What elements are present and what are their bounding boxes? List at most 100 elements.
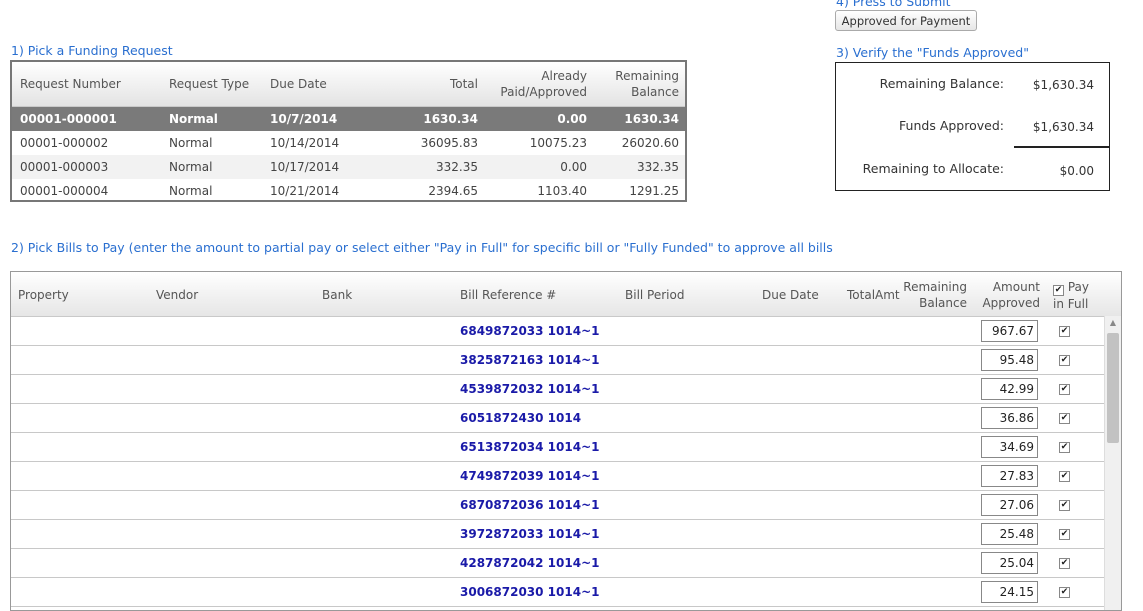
- col-remaining-line2: Balance: [919, 296, 967, 310]
- cell-remaining-balance: 26020.60: [621, 136, 679, 150]
- col-amount-approved[interactable]: Amount Approved: [961, 279, 1040, 311]
- cell-already-paid: 10075.23: [529, 136, 587, 150]
- col-remaining-balance[interactable]: Remaining Balance: [602, 68, 679, 100]
- pay-in-full-checkbox[interactable]: ✔: [1059, 355, 1070, 366]
- bill-row: 4749872039 1014~1 ✔: [11, 462, 1121, 491]
- amount-approved-input[interactable]: [981, 349, 1038, 371]
- col-already-line2: Paid/Approved: [500, 85, 587, 99]
- cell-total: 36095.83: [420, 136, 478, 150]
- amount-approved-input[interactable]: [981, 378, 1038, 400]
- bill-row: 6870872036 1014~1 ✔: [11, 491, 1121, 520]
- fully-funded-checkbox[interactable]: ✔: [1053, 285, 1064, 296]
- funds-approved-value: $1,630.34: [1032, 120, 1094, 134]
- col-request-number[interactable]: Request Number: [20, 76, 121, 92]
- cell-already-paid: 0.00: [557, 112, 587, 126]
- cell-request-type: Normal: [169, 112, 218, 126]
- bills-scrollbar[interactable]: ▲: [1104, 316, 1121, 610]
- col-already-line1: Already: [541, 69, 587, 83]
- pay-in-full-checkbox[interactable]: ✔: [1059, 587, 1070, 598]
- bill-reference-link[interactable]: 3006872030 1014~1: [460, 585, 599, 599]
- col-bank[interactable]: Bank: [322, 287, 352, 303]
- bill-reference-link[interactable]: 3825872163 1014~1: [460, 353, 599, 367]
- bill-reference-link[interactable]: 6051872430 1014: [460, 411, 581, 425]
- step2-label: 2) Pick Bills to Pay (enter the amount t…: [11, 240, 833, 255]
- amount-approved-input[interactable]: [981, 552, 1038, 574]
- cell-remaining-balance: 332.35: [637, 160, 679, 174]
- bill-reference-link[interactable]: 4749872039 1014~1: [460, 469, 599, 483]
- pay-in-full-checkbox[interactable]: ✔: [1059, 500, 1070, 511]
- col-pay-line2: in Full: [1053, 297, 1089, 311]
- remaining-balance-label: Remaining Balance:: [879, 76, 1004, 91]
- cell-due-date: 10/7/2014: [270, 112, 338, 126]
- col-request-type[interactable]: Request Type: [169, 76, 249, 92]
- approved-for-payment-button[interactable]: Approved for Payment: [835, 10, 977, 31]
- funding-request-row[interactable]: 00001-000002 Normal 10/14/2014 36095.83 1007…: [12, 131, 685, 155]
- verify-funds-box: Remaining Balance: $1,630.34 Funds Appro…: [835, 62, 1110, 191]
- bill-row: 4539872032 1014~1 ✔: [11, 375, 1121, 404]
- cell-total: 2394.65: [428, 184, 478, 198]
- amount-approved-input[interactable]: [981, 494, 1038, 516]
- cell-total: 1630.34: [423, 112, 478, 126]
- cell-request-type: Normal: [169, 184, 213, 198]
- col-bill-reference[interactable]: Bill Reference #: [460, 287, 556, 303]
- cell-due-date: 10/17/2014: [270, 160, 340, 174]
- cell-request-number: 00001-000001: [20, 112, 117, 126]
- amount-approved-input[interactable]: [981, 523, 1038, 545]
- funding-request-row[interactable]: 00001-000001 Normal 10/7/2014 1630.34 0.00 16…: [12, 107, 685, 131]
- cell-already-paid: 0.00: [560, 160, 587, 174]
- bill-reference-link[interactable]: 4539872032 1014~1: [460, 382, 599, 396]
- pay-in-full-checkbox[interactable]: ✔: [1059, 384, 1070, 395]
- pay-in-full-checkbox[interactable]: ✔: [1059, 471, 1070, 482]
- bill-reference-link[interactable]: 4287872042 1014~1: [460, 556, 599, 570]
- bill-row: 3825872163 1014~1 ✔: [11, 346, 1121, 375]
- funding-request-row[interactable]: 00001-000004 Normal 10/21/2014 2394.65 1103.…: [12, 179, 685, 203]
- pay-in-full-checkbox[interactable]: ✔: [1059, 529, 1070, 540]
- scroll-thumb[interactable]: [1107, 333, 1119, 443]
- col-due-date[interactable]: Due Date: [270, 76, 327, 92]
- col-amount-line1: Amount: [992, 280, 1040, 294]
- bill-row: 6849872033 1014~1 ✔: [11, 317, 1121, 346]
- cell-total: 332.35: [436, 160, 478, 174]
- pay-in-full-checkbox[interactable]: ✔: [1059, 442, 1070, 453]
- remaining-allocate-label: Remaining to Allocate:: [862, 161, 1004, 176]
- pay-in-full-checkbox[interactable]: ✔: [1059, 413, 1070, 424]
- col-property[interactable]: Property: [18, 287, 69, 303]
- remaining-balance-value: $1,630.34: [1032, 78, 1094, 92]
- col-total[interactable]: Total: [412, 76, 478, 92]
- amount-approved-input[interactable]: [981, 465, 1038, 487]
- pay-in-full-checkbox[interactable]: ✔: [1059, 326, 1070, 337]
- verify-divider: [1014, 146, 1110, 148]
- bill-row: 4287872042 1014~1 ✔: [11, 549, 1121, 578]
- bill-row: 3972872033 1014~1 ✔: [11, 520, 1121, 549]
- col-bill-period[interactable]: Bill Period: [625, 287, 684, 303]
- scroll-up-icon[interactable]: ▲: [1105, 316, 1121, 330]
- amount-approved-input[interactable]: [981, 581, 1038, 603]
- col-remaining-balance[interactable]: Remaining Balance: [891, 279, 967, 311]
- bill-reference-link[interactable]: 6870872036 1014~1: [460, 498, 599, 512]
- cell-due-date: 10/14/2014: [270, 136, 340, 150]
- col-pay-line1: Pay: [1067, 280, 1089, 294]
- col-already-paid[interactable]: Already Paid/Approved: [482, 68, 587, 100]
- pay-in-full-checkbox[interactable]: ✔: [1059, 558, 1070, 569]
- bill-row: 3006872030 1014~1 ✔: [11, 578, 1121, 607]
- amount-approved-input[interactable]: [981, 436, 1038, 458]
- funding-request-row[interactable]: 00001-000003 Normal 10/17/2014 332.35 0.00 33…: [12, 155, 685, 179]
- bill-row: 6051872430 1014 ✔: [11, 404, 1121, 433]
- bill-reference-link[interactable]: 3972872033 1014~1: [460, 527, 599, 541]
- amount-approved-input[interactable]: [981, 407, 1038, 429]
- bills-grid: Property Vendor Bank Bill Reference # Bi…: [10, 271, 1122, 611]
- cell-request-number: 00001-000004: [20, 184, 109, 198]
- bills-grid-header: Property Vendor Bank Bill Reference # Bi…: [11, 272, 1121, 317]
- cell-already-paid: 1103.40: [537, 184, 587, 198]
- col-remaining-line1: Remaining: [615, 69, 679, 83]
- amount-approved-input[interactable]: [981, 320, 1038, 342]
- step1-label: 1) Pick a Funding Request: [11, 43, 173, 58]
- step4-label: 4) Press to Submit: [836, 0, 951, 9]
- funding-request-table: Request Number Request Type Due Date Tot…: [10, 60, 687, 202]
- bill-reference-link[interactable]: 6513872034 1014~1: [460, 440, 599, 454]
- cell-remaining-balance: 1291.25: [629, 184, 679, 198]
- col-vendor[interactable]: Vendor: [156, 287, 198, 303]
- funding-table-header: Request Number Request Type Due Date Tot…: [12, 62, 685, 107]
- col-due-date[interactable]: Due Date: [762, 287, 819, 303]
- bill-reference-link[interactable]: 6849872033 1014~1: [460, 324, 599, 338]
